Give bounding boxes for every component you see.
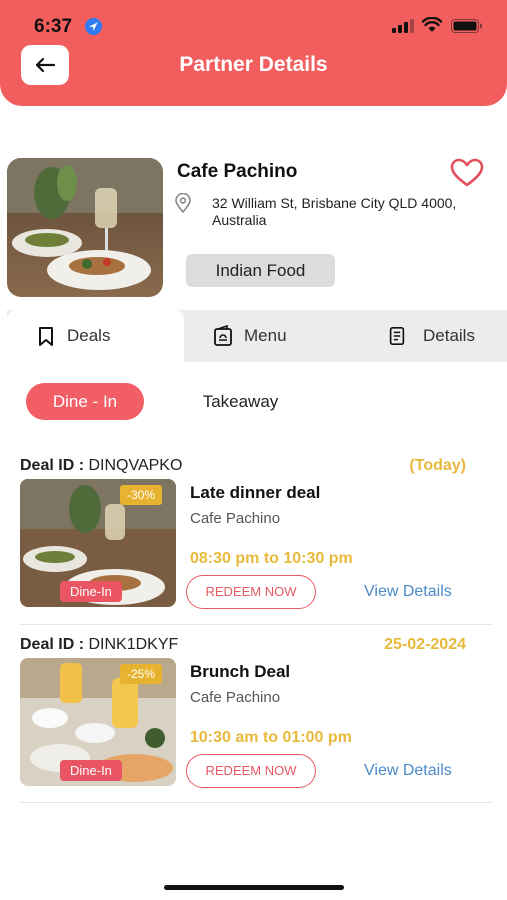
page-title: Partner Details — [179, 53, 328, 76]
deal-time: 10:30 am to 01:00 pm — [190, 729, 352, 746]
discount-badge: -25% — [119, 664, 162, 684]
deal-id-label: Deal ID : — [20, 457, 85, 474]
deal-time: 08:30 pm to 10:30 pm — [190, 550, 353, 567]
favorite-heart-icon[interactable] — [450, 158, 484, 188]
divider — [20, 802, 492, 803]
battery-icon — [451, 19, 482, 33]
deal-id-value: DINQVAPKO — [88, 457, 183, 474]
home-indicator[interactable] — [164, 885, 344, 890]
tab-bar: Deals Menu Details — [7, 310, 507, 362]
deal-id-label: Deal ID : — [20, 636, 85, 653]
tab-deals[interactable]: Deals — [7, 310, 184, 362]
cuisine-badge: Indian Food — [186, 254, 335, 287]
view-details-link[interactable]: View Details — [364, 583, 452, 601]
tab-deals-label: Deals — [67, 326, 111, 345]
tab-details[interactable]: Details — [387, 310, 507, 362]
dine-in-tag: Dine-In — [60, 760, 122, 781]
location-arrow-icon — [85, 18, 102, 35]
deal-cafe-name: Cafe Pachino — [190, 510, 281, 527]
deal-id-value: DINK1DKYF — [88, 636, 179, 653]
partner-name: Cafe Pachino — [177, 161, 298, 182]
deal-card: Deal ID : DINQVAPKO (Today) -30% Dine-In… — [20, 457, 492, 617]
deal-date: (Today) — [409, 457, 466, 474]
deal-id: Deal ID : DINQVAPKO — [20, 457, 182, 475]
deal-card: Deal ID : DINK1DKYF 25-02-2024 -25% Dine… — [20, 636, 492, 796]
dine-in-tag: Dine-In — [60, 581, 122, 602]
location-pin-icon — [175, 193, 191, 213]
partner-address: 32 William St, Brisbane City QLD 4000, A… — [212, 195, 457, 228]
filter-dine-in[interactable]: Dine - In — [26, 383, 144, 420]
cellular-signal-icon — [392, 19, 414, 33]
view-details-link[interactable]: View Details — [364, 762, 452, 780]
deal-id: Deal ID : DINK1DKYF — [20, 636, 178, 654]
wifi-icon — [422, 17, 442, 32]
deal-cafe-name: Cafe Pachino — [190, 689, 281, 706]
deal-title: Brunch Deal — [190, 662, 291, 681]
tab-menu-label: Menu — [244, 326, 287, 345]
bookmark-icon — [39, 327, 53, 346]
document-icon — [389, 327, 405, 345]
tab-details-label: Details — [423, 326, 475, 345]
discount-badge: -30% — [119, 485, 162, 505]
status-bar: 6:37 — [0, 0, 507, 50]
filter-takeaway[interactable]: Takeaway — [188, 383, 293, 420]
cafe-photo — [7, 158, 163, 297]
deal-date: 25-02-2024 — [384, 636, 466, 653]
redeem-now-button[interactable]: REDEEM NOW — [186, 575, 316, 609]
menu-book-icon — [214, 325, 232, 346]
tab-menu[interactable]: Menu — [212, 310, 362, 362]
deal-title: Late dinner deal — [190, 483, 321, 502]
deal-photo[interactable]: -25% Dine-In — [20, 658, 176, 786]
redeem-now-button[interactable]: REDEEM NOW — [186, 754, 316, 788]
deal-photo[interactable]: -30% Dine-In — [20, 479, 176, 607]
status-time: 6:37 — [34, 16, 73, 37]
divider — [20, 624, 492, 625]
